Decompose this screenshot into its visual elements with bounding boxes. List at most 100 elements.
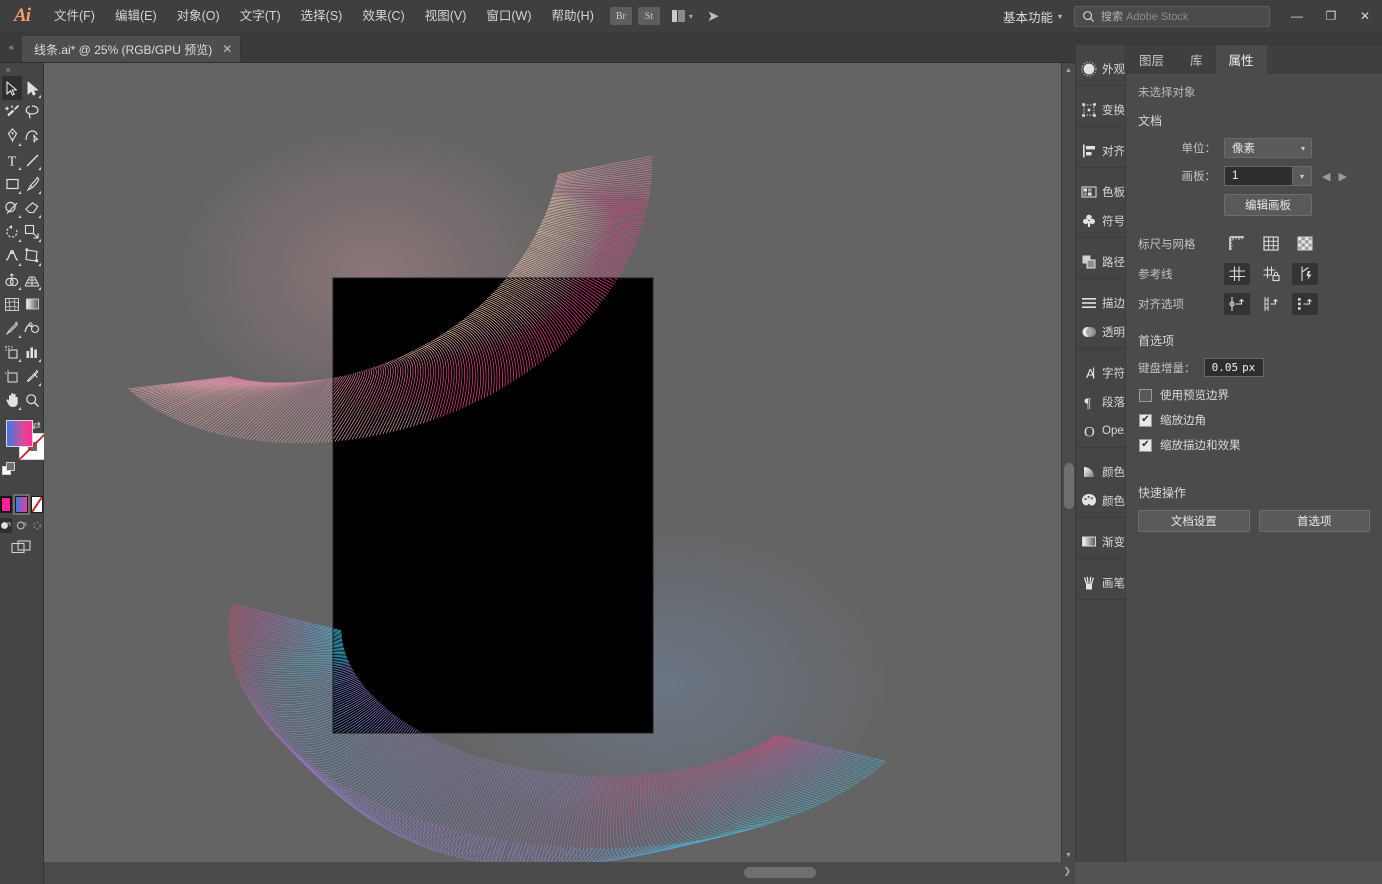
paintbrush-tool[interactable] [22,172,42,196]
stock-search-input[interactable]: 搜索 Adobe Stock [1074,5,1270,27]
menu-select[interactable]: 选择(S) [291,0,353,32]
menu-effect[interactable]: 效果(C) [352,0,414,32]
fill-swatch[interactable] [6,420,33,447]
dock-item-symbols[interactable]: 符号 [1076,206,1125,235]
keyboard-increment-input[interactable]: 0.05 px [1203,358,1264,377]
scale-tool[interactable] [22,220,42,244]
use-preview-bounds-checkbox[interactable]: 使用预览边界 [1126,387,1382,412]
dock-item-align[interactable]: 对齐 [1076,136,1125,165]
close-button[interactable]: ✕ [1348,0,1382,32]
edit-artboards-button[interactable]: 编辑画板 [1224,194,1312,216]
symbol-sprayer-tool[interactable] [2,340,22,364]
color-swatch-button[interactable] [0,496,13,513]
column-graph-tool[interactable] [22,340,42,364]
scroll-right-icon[interactable]: ❯ [1063,866,1071,877]
curvature-tool[interactable] [22,124,42,148]
show-guides-icon[interactable] [1224,263,1250,285]
menu-window[interactable]: 窗口(W) [476,0,541,32]
dock-item-color-guide[interactable]: 颜色... [1076,457,1135,486]
draw-inside-icon[interactable] [31,518,43,533]
menu-object[interactable]: 对象(O) [167,0,230,32]
home-feather-icon[interactable]: ➤ [707,7,720,25]
pen-tool[interactable] [2,124,22,148]
menu-file[interactable]: 文件(F) [44,0,105,32]
rotate-tool[interactable] [2,220,22,244]
artboard-tool[interactable] [2,364,22,388]
stock-button[interactable]: St [637,7,660,25]
none-swatch-button[interactable] [30,496,43,513]
snap-to-pixel-icon[interactable] [1292,293,1318,315]
toolbar-collapse-icon[interactable]: « [0,63,43,76]
hand-tool[interactable] [2,388,22,412]
canvas-vertical-scrollbar[interactable]: ▲ ▼ [1061,63,1075,862]
smart-guides-icon[interactable] [1292,263,1318,285]
preferences-button[interactable]: 首选项 [1258,510,1370,532]
show-transparency-grid-icon[interactable] [1292,233,1318,255]
scale-strokes-effects-checkbox[interactable]: 缩放描边和效果 [1126,437,1382,462]
units-select[interactable]: 像素 ▾ [1224,138,1312,158]
draw-normal-icon[interactable] [0,518,12,533]
tab-layers[interactable]: 图层 [1126,45,1177,74]
menu-type[interactable]: 文字(T) [230,0,291,32]
slice-tool[interactable] [22,364,42,388]
gradient-tool[interactable] [22,292,42,316]
arrange-documents-button[interactable]: ▾ [671,10,693,22]
perspective-grid-tool[interactable] [22,268,42,292]
lasso-tool[interactable] [22,100,42,124]
show-rulers-icon[interactable] [1224,233,1250,255]
dock-item-color[interactable]: 颜色 [1076,486,1125,515]
selection-tool[interactable] [2,76,22,100]
line-segment-tool[interactable] [22,148,42,172]
minimize-button[interactable]: — [1280,0,1314,32]
shape-builder-tool[interactable] [2,268,22,292]
free-transform-tool[interactable] [22,244,42,268]
gradient-swatch-button[interactable] [13,494,30,515]
document-setup-button[interactable]: 文档设置 [1138,510,1250,532]
magic-wand-tool[interactable] [2,100,22,124]
screen-mode-button[interactable] [0,533,43,556]
prev-artboard-icon[interactable]: ◀ [1322,170,1330,183]
dock-item-brushes[interactable]: 画笔 [1076,568,1125,597]
close-icon[interactable]: ✕ [222,42,232,56]
menu-view[interactable]: 视图(V) [415,0,477,32]
zoom-tool[interactable] [22,388,42,412]
menu-edit[interactable]: 编辑(E) [105,0,167,32]
default-fill-stroke-button[interactable] [2,462,16,476]
lock-guides-icon[interactable] [1258,263,1284,285]
bridge-button[interactable]: Br [609,7,632,25]
dock-item-opentype[interactable]: O Ope... [1076,416,1133,445]
rectangle-tool[interactable] [2,172,22,196]
horizontal-scroll-thumb[interactable] [744,867,816,878]
blend-tool[interactable] [22,316,42,340]
dock-item-paragraph[interactable]: ¶ 段落 [1076,387,1126,416]
canvas-area[interactable] [44,63,1075,862]
dock-item-swatches[interactable]: 色板 [1076,177,1125,206]
mesh-tool[interactable] [2,292,22,316]
dock-item-transform[interactable]: 变换 [1076,95,1125,124]
dock-item-character[interactable]: A 字符 [1076,358,1125,387]
dock-item-gradient[interactable]: 渐变 [1076,527,1125,556]
dock-item-stroke[interactable]: 描边 [1076,288,1125,317]
eraser-tool[interactable] [22,196,42,220]
eyedropper-tool[interactable] [2,316,22,340]
workspace-switcher[interactable]: 基本功能 ▾ [995,0,1070,32]
show-grid-icon[interactable] [1258,233,1284,255]
scroll-up-icon[interactable]: ▲ [1062,63,1075,77]
menu-help[interactable]: 帮助(H) [542,0,604,32]
dock-item-pathfinder[interactable]: 路径... [1076,247,1135,276]
vertical-scroll-thumb[interactable] [1064,463,1074,509]
tab-libraries[interactable]: 库 [1177,45,1216,74]
canvas-horizontal-scrollbar[interactable]: ❯ [44,862,1075,884]
artboard-select[interactable]: 1 ▾ [1224,166,1312,186]
scroll-down-icon[interactable]: ▼ [1062,848,1075,862]
scale-corners-checkbox[interactable]: 缩放边角 [1126,412,1382,437]
dock-item-appearance[interactable]: 外观 [1076,54,1125,83]
swap-fill-stroke-icon[interactable]: ⇄ [32,419,41,432]
shaper-tool[interactable] [2,196,22,220]
direct-selection-tool[interactable] [22,76,42,100]
snap-to-point-icon[interactable] [1224,293,1250,315]
next-artboard-icon[interactable]: ▶ [1338,170,1346,183]
type-tool[interactable]: T [2,148,22,172]
draw-behind-icon[interactable] [16,518,28,533]
collapse-panel-icon[interactable]: « [0,31,22,62]
